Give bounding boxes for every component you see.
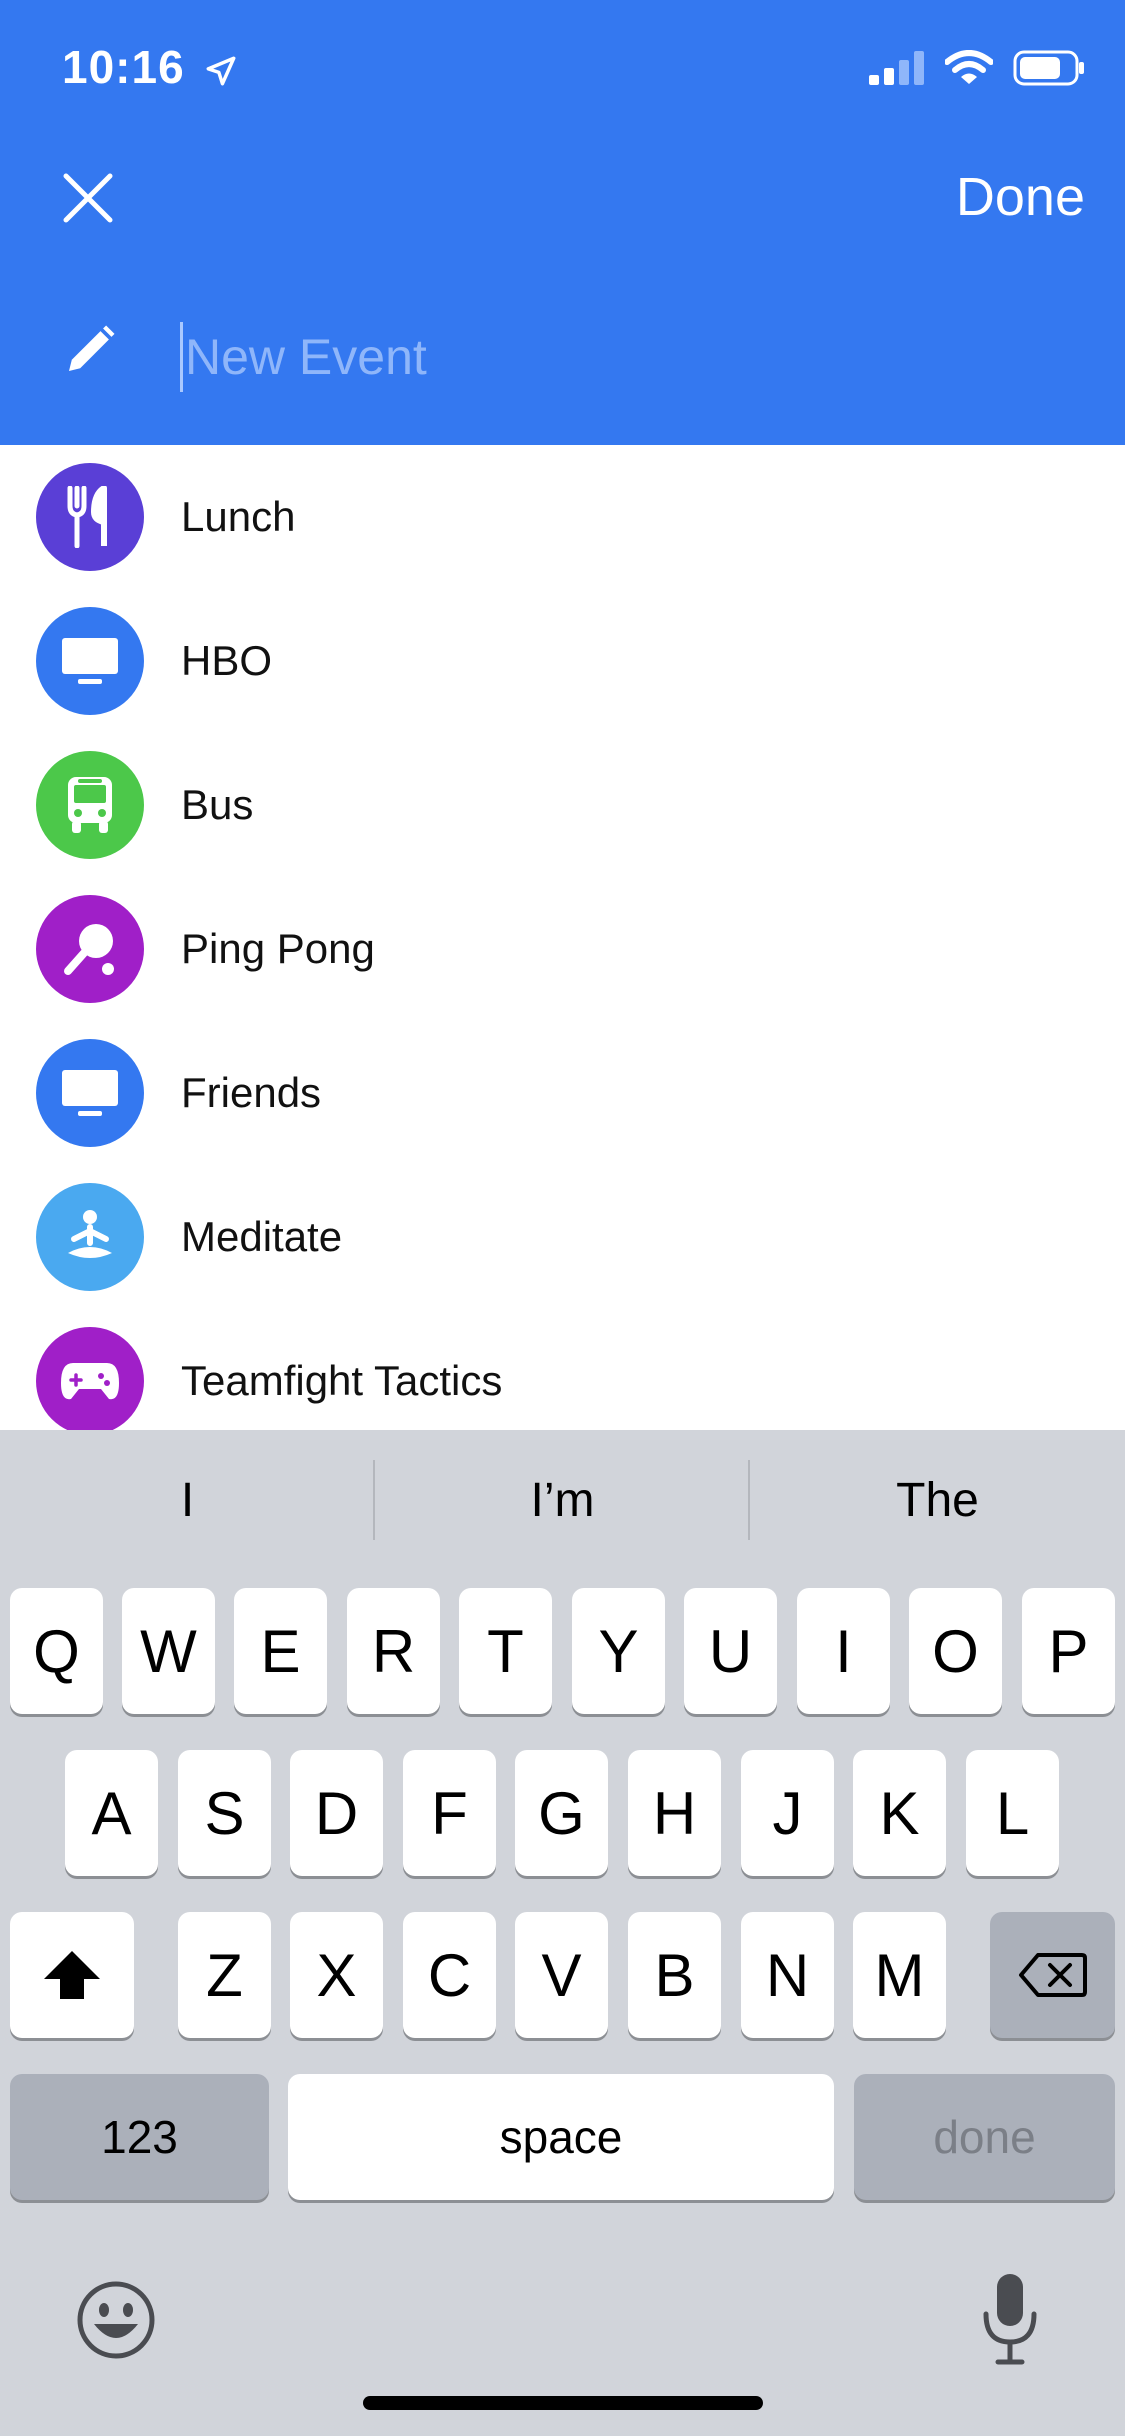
list-item-label: Lunch [181,493,296,540]
suggestion-list: Lunch HBO Bus Ping Pong Friends Meditate… [0,445,1125,1430]
list-item-icon-circle [36,1327,144,1430]
list-item-label: HBO [181,637,273,684]
header: 10:16 Done [0,0,1125,445]
list-item-label: Meditate [181,1213,343,1260]
keyboard: I I’m The Q W E R T Y U I O P A S D F G … [0,1430,1125,2436]
pencil-icon [62,322,118,378]
list-item-icon-circle [36,1183,144,1291]
location-arrow-icon [206,56,236,86]
list-item-meditate[interactable]: Meditate [0,1165,1125,1309]
event-title-input[interactable] [180,322,1065,392]
emoji-button[interactable] [76,2280,156,2360]
meditate-icon [68,1210,112,1258]
list-item-bus[interactable]: Bus [0,733,1125,877]
list-item-lunch[interactable]: Lunch [0,445,1125,589]
list-item-label: Teamfight Tactics [181,1357,503,1404]
key-c[interactable]: C [403,1912,496,2038]
emoji-icon [77,2281,155,2359]
key-i[interactable]: I [797,1588,890,1714]
microphone-icon [983,2274,1037,2365]
suggestion-2[interactable]: I’m [375,1430,750,1570]
list-item-icon-circle [36,463,144,571]
key-t[interactable]: T [459,1588,552,1714]
suggestion-1[interactable]: I [0,1430,375,1570]
key-o[interactable]: O [909,1588,1002,1714]
key-w[interactable]: W [122,1588,215,1714]
list-item-hbo[interactable]: HBO [0,589,1125,733]
key-l[interactable]: L [966,1750,1059,1876]
key-p[interactable]: P [1022,1588,1115,1714]
signal-icon [869,51,924,85]
tv-icon [62,1070,118,1116]
list-item-label: Ping Pong [181,925,375,972]
key-g[interactable]: G [515,1750,608,1876]
ping-pong-icon [64,924,114,975]
gamepad-icon [61,1363,119,1400]
bus-icon [68,777,112,833]
key-e[interactable]: E [234,1588,327,1714]
status-time-text: 10:16 [62,41,185,93]
status-indicators [869,50,1085,86]
suggestion-3[interactable]: The [750,1430,1125,1570]
backspace-icon [1018,1953,1087,1997]
key-b[interactable]: B [628,1912,721,2038]
list-item-label: Friends [181,1069,322,1116]
key-u[interactable]: U [684,1588,777,1714]
key-d[interactable]: D [290,1750,383,1876]
close-button[interactable] [62,172,114,224]
done-button[interactable]: Done [956,166,1085,228]
space-key[interactable]: space [288,2074,834,2200]
key-s[interactable]: S [178,1750,271,1876]
key-r[interactable]: R [347,1588,440,1714]
key-k[interactable]: K [853,1750,946,1876]
list-item-icon-circle [36,607,144,715]
status-time: 10:16 [62,40,238,94]
list-item-icon-circle [36,751,144,859]
battery-icon [1013,50,1084,86]
list-item-ping-pong[interactable]: Ping Pong [0,877,1125,1021]
key-j[interactable]: J [741,1750,834,1876]
key-n[interactable]: N [741,1912,834,2038]
numbers-key[interactable]: 123 [10,2074,269,2200]
key-h[interactable]: H [628,1750,721,1876]
list-item-teamfight-tactics[interactable]: Teamfight Tactics [0,1309,1125,1430]
tv-icon [62,638,118,684]
list-item-friends[interactable]: Friends [0,1021,1125,1165]
key-y[interactable]: Y [572,1588,665,1714]
key-v[interactable]: V [515,1912,608,2038]
done-key[interactable]: done [854,2074,1115,2200]
key-f[interactable]: F [403,1750,496,1876]
wifi-icon [945,50,993,84]
dictation-button[interactable] [980,2270,1040,2370]
key-q[interactable]: Q [10,1588,103,1714]
close-icon [63,173,113,223]
fork-knife-icon [67,486,107,548]
list-item-icon-circle [36,1039,144,1147]
key-x[interactable]: X [290,1912,383,2038]
key-a[interactable]: A [65,1750,158,1876]
shift-icon [44,1951,100,1999]
predictive-bar: I I’m The [0,1430,1125,1570]
key-z[interactable]: Z [178,1912,271,2038]
key-m[interactable]: M [853,1912,946,2038]
home-indicator [363,2396,763,2410]
list-item-label: Bus [181,781,254,828]
backspace-key[interactable] [990,1912,1115,2038]
shift-key[interactable] [10,1912,134,2038]
list-item-icon-circle [36,895,144,1003]
